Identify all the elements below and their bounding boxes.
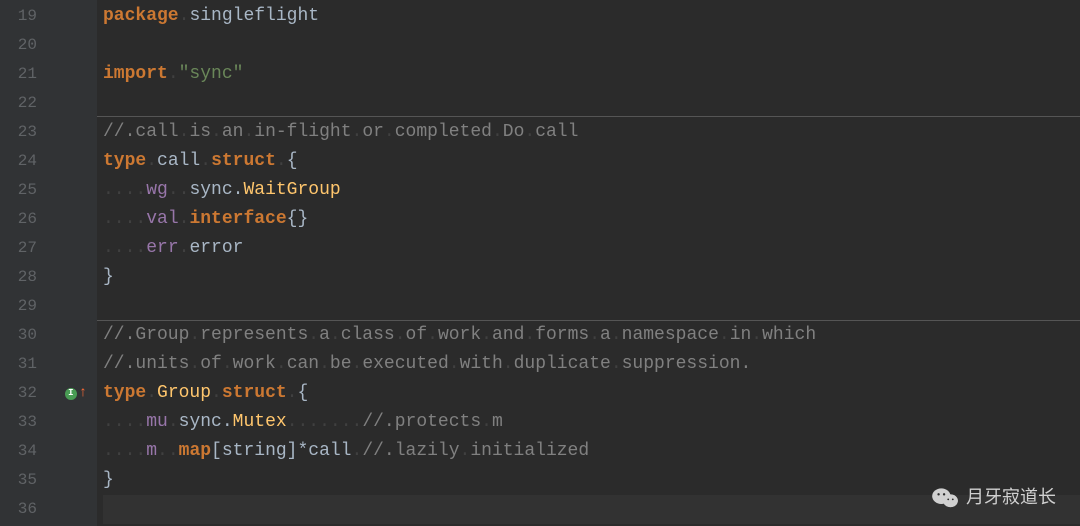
fold-divider (97, 320, 1080, 321)
code-line[interactable] (103, 292, 1080, 321)
line-number: 29 (0, 292, 55, 321)
code-line[interactable]: type.call.struct.{ (103, 147, 1080, 176)
code-line[interactable]: ....mu.sync.Mutex.......//.protects.m (103, 408, 1080, 437)
implements-icon[interactable]: I (65, 388, 77, 400)
line-number: 28 (0, 263, 55, 292)
code-line[interactable]: type.Group.struct.{ (103, 379, 1080, 408)
code-content[interactable]: package.singleflight import."sync" //.ca… (97, 0, 1080, 526)
code-line[interactable]: ....m..map[string]*call.//.lazily.initia… (103, 437, 1080, 466)
line-number: 23 (0, 118, 55, 147)
code-line[interactable]: } (103, 263, 1080, 292)
line-number: 35 (0, 466, 55, 495)
watermark-text: 月牙寂道长 (966, 483, 1056, 512)
line-number: 26 (0, 205, 55, 234)
line-number: 30 (0, 321, 55, 350)
line-number: 25 (0, 176, 55, 205)
line-number: 19 (0, 2, 55, 31)
code-line[interactable] (103, 89, 1080, 118)
code-line[interactable]: //.units.of.work.can.be.executed.with.du… (103, 350, 1080, 379)
code-line[interactable]: ....val.interface{} (103, 205, 1080, 234)
line-number: 22 (0, 89, 55, 118)
gutter-marker-row[interactable]: I ↑ (55, 379, 97, 408)
code-line[interactable] (103, 31, 1080, 60)
line-number: 24 (0, 147, 55, 176)
code-line[interactable]: //.Group.represents.a.class.of.work.and.… (103, 321, 1080, 350)
line-number: 36 (0, 495, 55, 524)
wechat-icon (932, 487, 958, 509)
arrow-up-icon[interactable]: ↑ (79, 379, 87, 408)
line-number: 27 (0, 234, 55, 263)
line-number: 34 (0, 437, 55, 466)
line-number: 21 (0, 60, 55, 89)
line-number: 33 (0, 408, 55, 437)
watermark: 月牙寂道长 (932, 483, 1056, 512)
code-line[interactable]: import."sync" (103, 60, 1080, 89)
code-line[interactable]: ....err.error (103, 234, 1080, 263)
code-editor: 19 20 21 22 23 24 25 26 27 28 29 30 31 3… (0, 0, 1080, 526)
line-number-gutter: 19 20 21 22 23 24 25 26 27 28 29 30 31 3… (0, 0, 55, 526)
fold-divider (97, 116, 1080, 117)
gutter-markers: I ↑ (55, 0, 97, 526)
code-line[interactable]: //.call.is.an.in-flight.or.completed.Do.… (103, 118, 1080, 147)
line-number: 31 (0, 350, 55, 379)
code-line[interactable]: ....wg..sync.WaitGroup (103, 176, 1080, 205)
line-number: 32 (0, 379, 55, 408)
code-line[interactable]: package.singleflight (103, 2, 1080, 31)
line-number: 20 (0, 31, 55, 60)
